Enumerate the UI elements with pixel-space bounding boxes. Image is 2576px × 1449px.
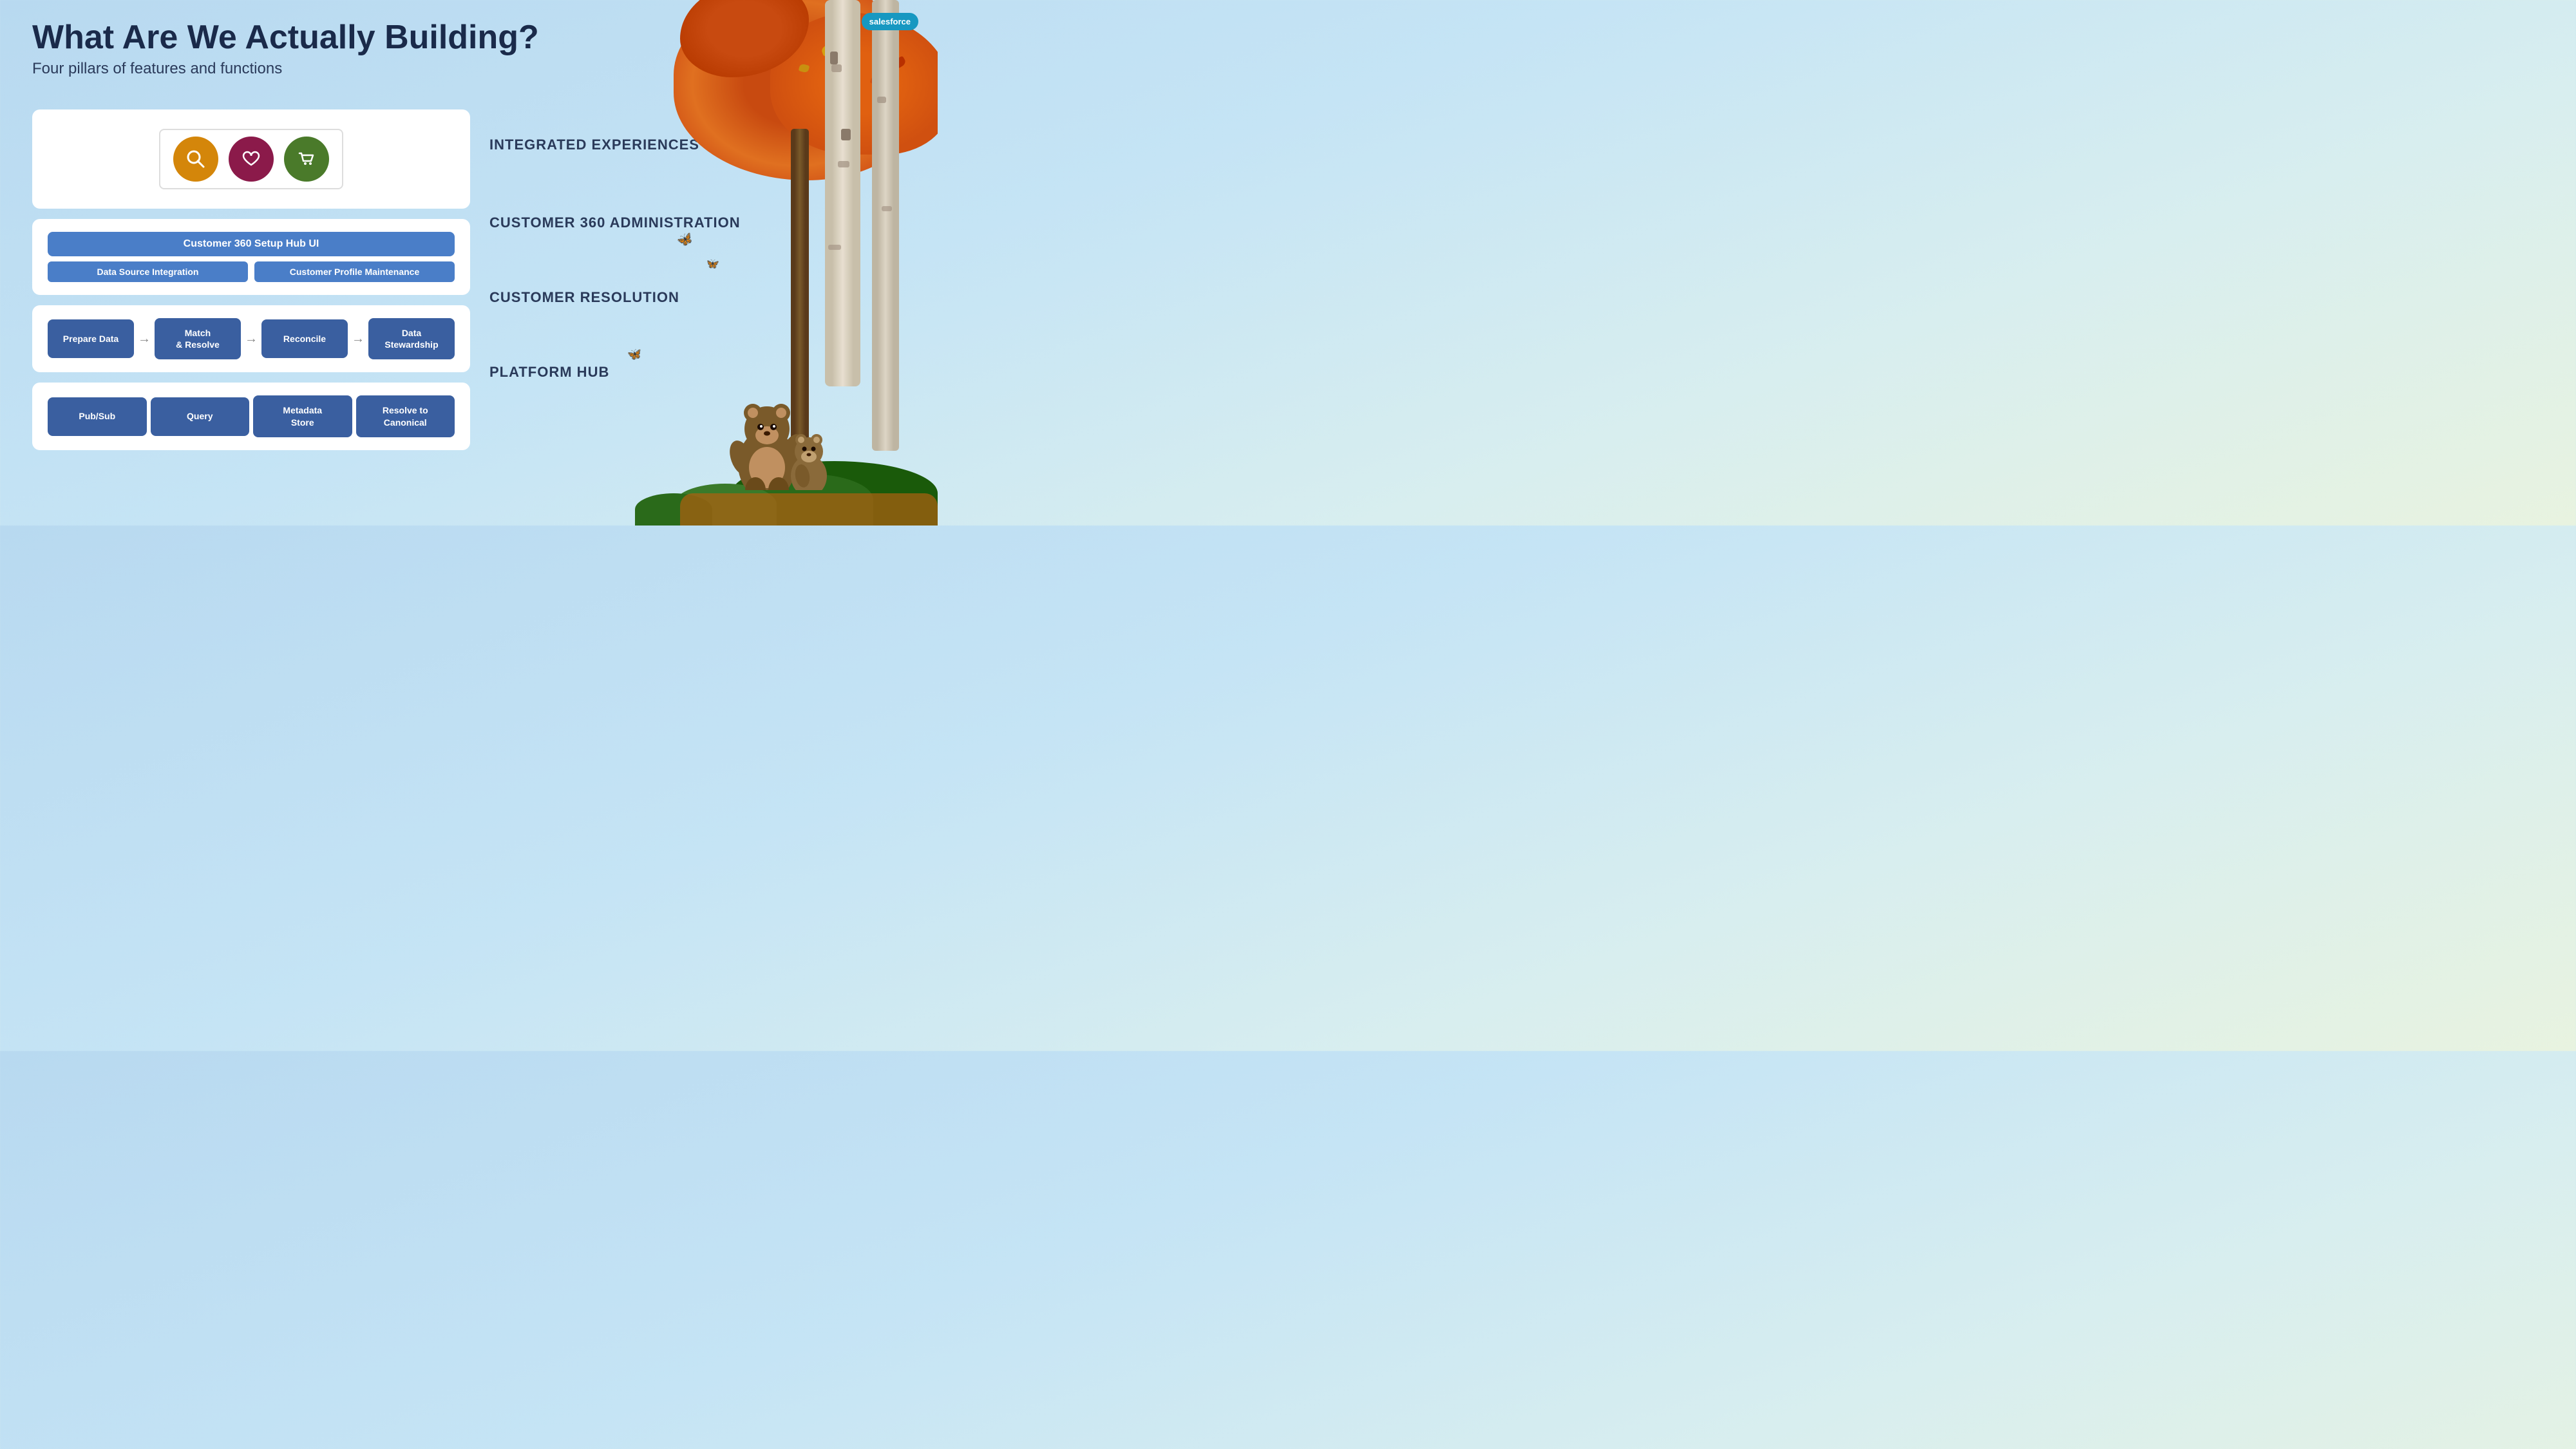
resolution-flow-row: Prepare Data → Match& Resolve → Reconcil… <box>48 318 455 359</box>
leaf-dot <box>893 55 907 69</box>
pillar-card-admin: Customer 360 Setup Hub UI Data Source In… <box>32 219 470 295</box>
arrow-1: → <box>138 332 151 346</box>
cart-icon <box>284 137 329 182</box>
arrow-3: → <box>352 332 365 346</box>
prepare-data-btn[interactable]: Prepare Data <box>48 319 134 358</box>
plant1 <box>732 461 938 526</box>
leaf-dot <box>884 95 894 104</box>
arrow-2: → <box>245 332 258 346</box>
pillar-card-resolution: Prepare Data → Match& Resolve → Reconcil… <box>32 305 470 372</box>
labels-column: INTEGRATED EXPERIENCES CUSTOMER 360 ADMI… <box>489 109 850 404</box>
leaf-dot <box>870 76 881 86</box>
plant3 <box>674 484 777 526</box>
platform-flow-row: Pub/Sub Query MetadataStore Resolve toCa… <box>48 395 455 437</box>
reconcile-btn[interactable]: Reconcile <box>261 319 348 358</box>
leaf-dot <box>843 83 855 93</box>
subtitle: Four pillars of features and functions <box>32 60 539 78</box>
title-section: What Are We Actually Building? Four pill… <box>32 19 539 78</box>
pubsub-btn[interactable]: Pub/Sub <box>48 397 147 436</box>
yellow-leaf <box>820 43 836 57</box>
heart-icon <box>229 137 274 182</box>
icon-box <box>159 129 343 189</box>
query-btn[interactable]: Query <box>151 397 250 436</box>
label-admin: CUSTOMER 360 ADMINISTRATION <box>489 191 850 255</box>
pillar-card-platform: Pub/Sub Query MetadataStore Resolve toCa… <box>32 383 470 450</box>
profile-maintenance-chip: Customer Profile Maintenance <box>254 261 455 282</box>
autumn-ground <box>680 493 938 526</box>
ground-plants <box>538 442 938 526</box>
yellow-leaf <box>799 63 810 73</box>
admin-chips-row: Data Source Integration Customer Profile… <box>48 261 455 282</box>
plant2 <box>744 474 873 526</box>
search-icon <box>173 137 218 182</box>
data-stewardship-btn[interactable]: DataStewardship <box>368 318 455 359</box>
bark-mark <box>877 97 886 103</box>
metadata-store-btn[interactable]: MetadataStore <box>253 395 352 437</box>
label-platform: PLATFORM HUB <box>489 340 850 404</box>
bark-mark <box>831 64 842 72</box>
salesforce-logo: salesforce <box>862 13 918 30</box>
data-source-chip: Data Source Integration <box>48 261 248 282</box>
pillars-column: Customer 360 Setup Hub UI Data Source In… <box>32 109 470 450</box>
bark-mark <box>882 206 892 211</box>
resolve-canonical-btn[interactable]: Resolve toCanonical <box>356 395 455 437</box>
label-resolution: CUSTOMER RESOLUTION <box>489 265 850 330</box>
match-resolve-btn[interactable]: Match& Resolve <box>155 318 241 359</box>
foliage-blob3 <box>680 0 809 77</box>
setup-hub-bar: Customer 360 Setup Hub UI <box>48 232 455 256</box>
main-title: What Are We Actually Building? <box>32 19 539 56</box>
birch-trunk-2 <box>872 0 899 451</box>
pillar-card-integrated <box>32 109 470 209</box>
icons-row <box>48 122 455 196</box>
plant4 <box>635 493 712 526</box>
label-integrated: INTEGRATED EXPERIENCES <box>489 109 850 180</box>
